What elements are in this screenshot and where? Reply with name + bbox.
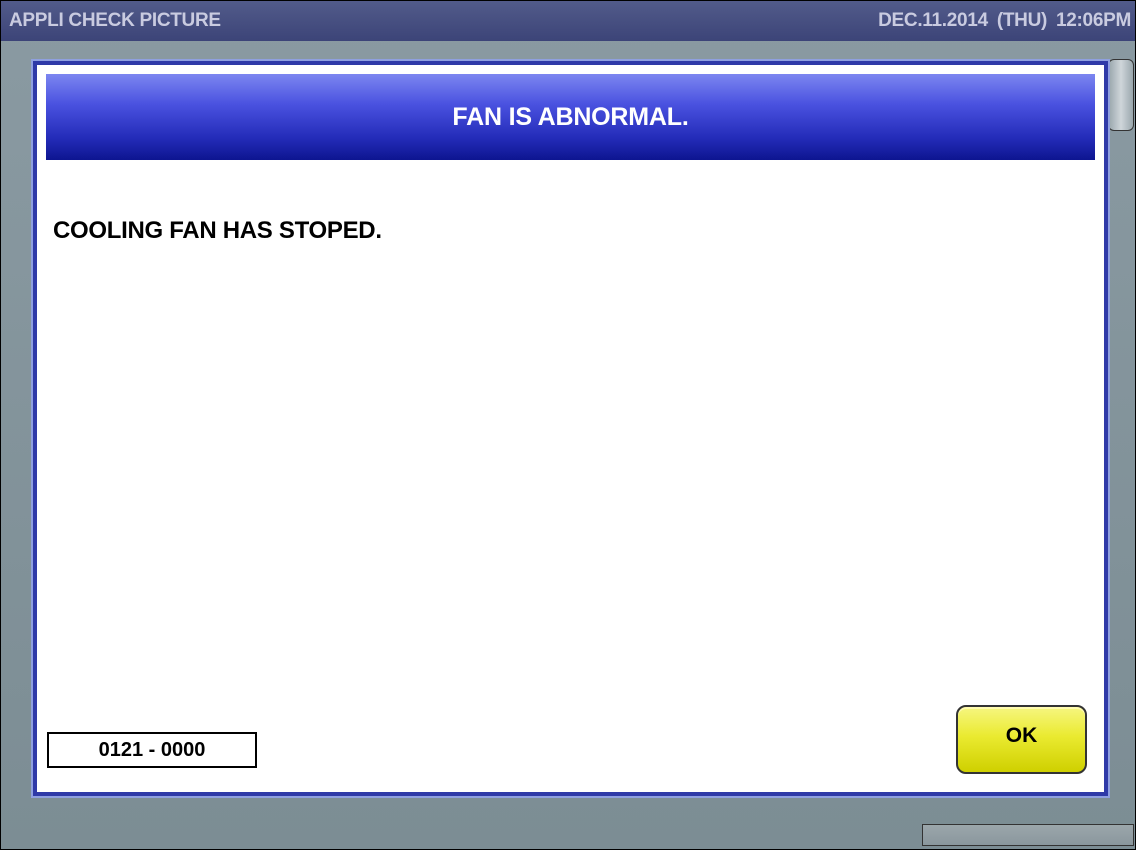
alert-dialog: FAN IS ABNORMAL. COOLING FAN HAS STOPED.… — [33, 61, 1108, 796]
dialog-title: FAN IS ABNORMAL. — [46, 74, 1095, 160]
datetime-display: DEC.11.2014 (THU) 12:06PM — [878, 10, 1131, 31]
ok-button[interactable]: OK — [956, 705, 1087, 774]
error-code-box: 0121 - 0000 — [47, 732, 257, 768]
title-bar: APPLI CHECK PICTURE DEC.11.2014 (THU) 12… — [1, 1, 1135, 41]
error-message: COOLING FAN HAS STOPED. — [53, 217, 382, 244]
app-screen: APPLI CHECK PICTURE DEC.11.2014 (THU) 12… — [0, 0, 1136, 850]
scroll-handle[interactable] — [1108, 59, 1134, 131]
status-bar — [922, 824, 1134, 846]
app-title: APPLI CHECK PICTURE — [9, 10, 221, 31]
